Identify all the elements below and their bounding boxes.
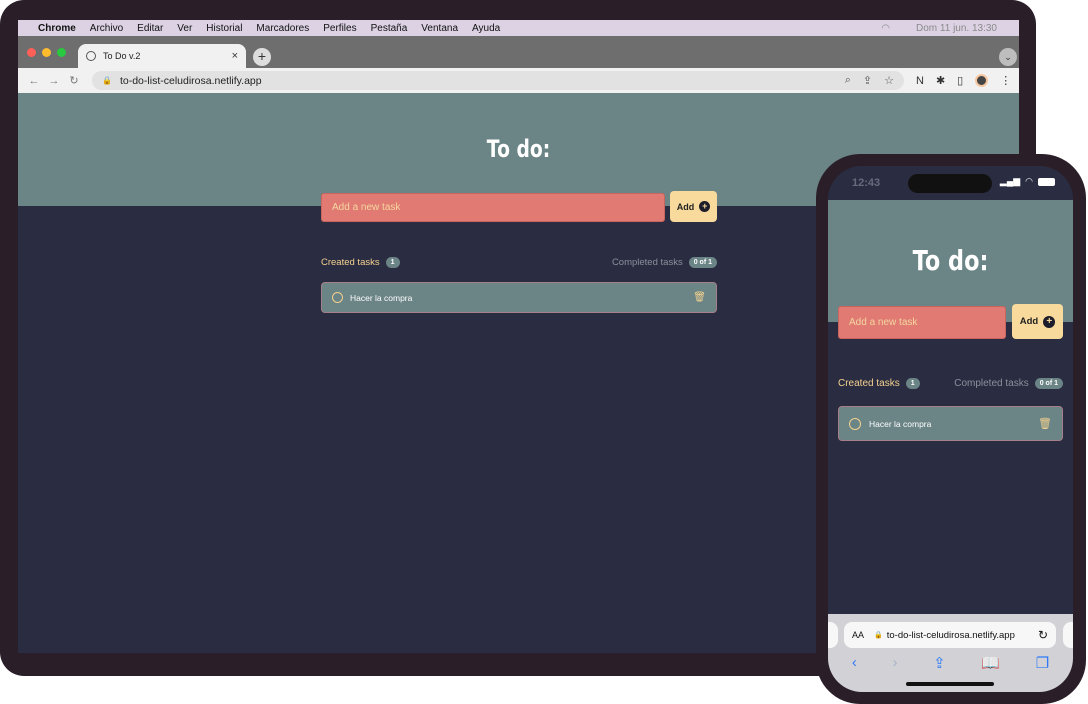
globe-icon	[86, 51, 96, 61]
phone-task-item: Hacer la compra 🗑	[838, 406, 1063, 441]
safari-address-bar[interactable]: AA 🔒 to-do-list-celudirosa.netlify.app ↻	[844, 622, 1056, 648]
lock-icon: 🔒	[102, 76, 112, 85]
minimize-window-button[interactable]	[42, 48, 51, 57]
back-arrow-icon[interactable]: ←	[24, 75, 44, 87]
window-controls	[27, 48, 66, 57]
address-bar[interactable]: 🔒 to-do-list-celudirosa.netlify.app ⌕ ⇪ …	[92, 71, 904, 90]
phone-completed-tasks-badge: 0 of 1	[1034, 378, 1063, 389]
browser-toolbar: ← → ↻ 🔒 to-do-list-celudirosa.netlify.ap…	[18, 68, 1019, 93]
menu-archivo[interactable]: Archivo	[90, 23, 123, 34]
phone-task-checkbox[interactable]	[849, 417, 861, 430]
task-checkbox[interactable]	[332, 292, 343, 303]
new-tab-button[interactable]: +	[253, 48, 271, 66]
next-tab-peek[interactable]	[1063, 622, 1073, 648]
safari-url: to-do-list-celudirosa.netlify.app	[886, 629, 1015, 641]
battery-icon	[1038, 177, 1055, 186]
phone-plus-circle-icon: +	[1043, 315, 1056, 328]
side-panel-icon[interactable]: ▯	[957, 74, 963, 87]
phone-task-text: Hacer la compra	[869, 418, 932, 429]
created-tasks-label: Created tasks	[321, 257, 380, 268]
add-button-label: Add	[676, 201, 695, 212]
safari-nav-bar: ‹ › ⇪ 📖 ❐	[828, 654, 1073, 672]
phone-completed-tasks-counter: Completed tasks 0 of 1	[954, 378, 1063, 389]
menu-historial[interactable]: Historial	[206, 23, 242, 34]
safari-bottom-bar: AA 🔒 to-do-list-celudirosa.netlify.app ↻…	[828, 614, 1073, 692]
devices-mockup: Chrome Archivo Editar Ver Historial Marc…	[0, 0, 1088, 704]
signal-icon: ▂▄▆	[999, 176, 1021, 186]
menu-perfiles[interactable]: Perfiles	[323, 23, 356, 34]
safari-forward-icon[interactable]: ›	[892, 654, 897, 672]
reader-aa-button[interactable]: AA	[852, 630, 864, 640]
phone-clock: 12:43	[852, 177, 881, 189]
puzzle-extensions-icon[interactable]: ✱	[936, 74, 945, 87]
phone-screen: 12:43 ▂▄▆ ◠ To do: Add a new task Add + …	[828, 166, 1073, 692]
safari-bookmarks-icon[interactable]: 📖	[981, 654, 1000, 672]
menu-editar[interactable]: Editar	[137, 23, 163, 34]
task-item: Hacer la compra 🗑	[321, 282, 717, 313]
tab-search-chevron-icon[interactable]: ⌄	[999, 48, 1017, 66]
browser-tab[interactable]: To Do v.2 ×	[78, 44, 246, 68]
menu-pestana[interactable]: Pestaña	[371, 23, 408, 34]
safari-tabs-icon[interactable]: ❐	[1036, 654, 1049, 672]
profile-avatar[interactable]	[975, 74, 989, 87]
phone-created-tasks-badge: 1	[905, 378, 920, 389]
menu-ver[interactable]: Ver	[177, 23, 192, 34]
maximize-window-button[interactable]	[57, 48, 66, 57]
safari-share-icon[interactable]: ⇪	[933, 654, 946, 672]
share-icon[interactable]: ⇪	[863, 74, 872, 87]
notion-icon[interactable]: N	[916, 75, 924, 87]
bookmark-star-icon[interactable]: ☆	[884, 74, 894, 87]
plus-circle-icon: +	[699, 201, 711, 212]
menubar-status-area: ◠ Dom 11 jun. 13:30	[881, 23, 1019, 34]
dynamic-island	[908, 174, 992, 193]
phone-trash-icon[interactable]: 🗑	[1038, 417, 1052, 430]
phone-add-button-label: Add	[1019, 316, 1039, 327]
phone-completed-tasks-label: Completed tasks	[954, 378, 1029, 389]
extensions-area: N ✱ ▯ ⋮	[916, 74, 1011, 87]
add-task-button[interactable]: Add +	[670, 191, 717, 222]
phone-created-tasks-counter: Created tasks 1	[838, 378, 920, 389]
reload-icon[interactable]: ↻	[64, 74, 84, 87]
phone-status-bar: 12:43 ▂▄▆ ◠	[828, 166, 1073, 200]
previous-tab-peek[interactable]	[828, 622, 838, 648]
menu-ayuda[interactable]: Ayuda	[472, 23, 500, 34]
completed-tasks-counter: Completed tasks 0 of 1	[612, 257, 717, 268]
created-tasks-badge: 1	[385, 257, 400, 268]
tab-strip: To Do v.2 × + ⌄	[18, 36, 1019, 68]
close-tab-icon[interactable]: ×	[232, 50, 238, 62]
phone-add-task-button[interactable]: Add +	[1012, 304, 1063, 339]
menu-ventana[interactable]: Ventana	[421, 23, 458, 34]
tab-title: To Do v.2	[103, 51, 141, 61]
completed-tasks-label: Completed tasks	[611, 257, 683, 268]
omnibox-actions: ⌕ ⇪ ☆	[845, 74, 894, 87]
task-text: Hacer la compra	[350, 292, 413, 303]
menubar-clock[interactable]: Dom 11 jun. 13:30	[916, 23, 997, 34]
close-window-button[interactable]	[27, 48, 36, 57]
phone-lock-icon: 🔒	[874, 632, 883, 639]
zoom-icon[interactable]: ⌕	[845, 74, 851, 87]
more-menu-icon[interactable]: ⋮	[1000, 74, 1011, 87]
wifi-icon[interactable]: ◠	[881, 23, 890, 34]
phone-frame: 12:43 ▂▄▆ ◠ To do: Add a new task Add + …	[816, 154, 1086, 704]
phone-new-task-input[interactable]: Add a new task	[838, 306, 1006, 339]
menu-marcadores[interactable]: Marcadores	[256, 23, 309, 34]
wifi-icon: ◠	[1025, 176, 1033, 186]
phone-created-tasks-label: Created tasks	[838, 378, 900, 389]
phone-page-title: To do:	[912, 244, 989, 277]
created-tasks-counter: Created tasks 1	[321, 257, 400, 268]
forward-arrow-icon[interactable]: →	[44, 75, 64, 87]
phone-web-content: To do: Add a new task Add + Created task…	[828, 200, 1073, 614]
menu-app-name[interactable]: Chrome	[38, 23, 76, 34]
mac-menubar: Chrome Archivo Editar Ver Historial Marc…	[18, 20, 1019, 36]
completed-tasks-badge: 0 of 1	[688, 257, 717, 268]
page-title: To do:	[486, 135, 551, 163]
address-url: to-do-list-celudirosa.netlify.app	[119, 74, 262, 87]
safari-reload-icon[interactable]: ↻	[1038, 628, 1048, 642]
trash-icon[interactable]: 🗑	[693, 292, 706, 303]
home-indicator	[906, 682, 994, 686]
safari-back-icon[interactable]: ‹	[852, 654, 857, 672]
new-task-input[interactable]: Add a new task	[321, 193, 665, 222]
phone-status-icons: ▂▄▆ ◠	[1000, 176, 1055, 187]
